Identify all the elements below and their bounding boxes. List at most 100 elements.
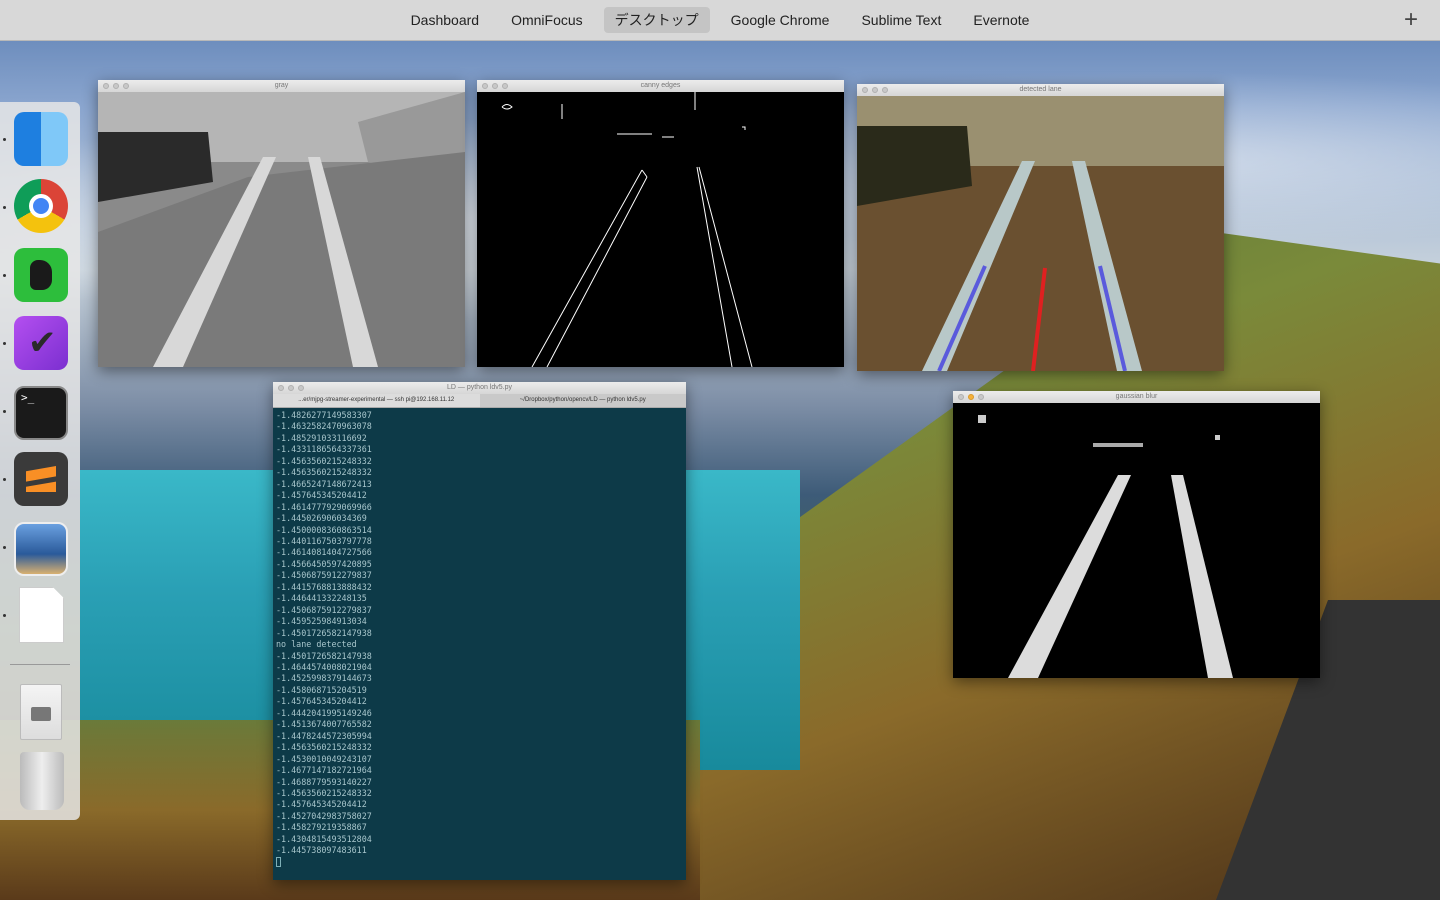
window-title: canny edges bbox=[640, 82, 681, 89]
gray-window[interactable]: gray bbox=[98, 80, 465, 367]
terminal-line: -1.4304815493512804 bbox=[276, 833, 372, 844]
gray-frame-image bbox=[98, 92, 465, 367]
terminal-line: -1.4563560215248332 bbox=[276, 455, 372, 466]
terminal-line: -1.4442041995149246 bbox=[276, 707, 372, 718]
terminal-line: -1.4527042983758027 bbox=[276, 810, 372, 821]
running-indicator bbox=[3, 274, 6, 277]
terminal-line: -1.4513674007765582 bbox=[276, 719, 372, 730]
space-tab-omnifocus[interactable]: OmniFocus bbox=[500, 9, 594, 31]
terminal-line: -1.445026906034369 bbox=[276, 513, 367, 524]
mission-control-bar: Dashboard OmniFocus デスクトップ Google Chrome… bbox=[0, 0, 1440, 41]
window-titlebar[interactable]: gaussian blur bbox=[953, 391, 1320, 403]
chrome-icon[interactable] bbox=[14, 179, 68, 233]
terminal-output[interactable]: -1.4826277149583307 -1.4632582470963078 -1… bbox=[273, 408, 686, 870]
terminal-line: -1.4530010049243107 bbox=[276, 753, 372, 764]
minimize-button[interactable] bbox=[968, 394, 974, 400]
terminal-tab-bar: ...er/mjpg-streamer-experimental — ssh p… bbox=[273, 394, 686, 408]
minimize-button[interactable] bbox=[288, 385, 294, 391]
running-indicator bbox=[3, 138, 6, 141]
gaussian-blur-window[interactable]: gaussian blur bbox=[953, 391, 1320, 678]
window-title: gray bbox=[274, 82, 289, 89]
terminal-line: no lane detected bbox=[276, 639, 357, 650]
omnifocus-icon[interactable]: ✔ bbox=[14, 316, 68, 370]
terminal-line: -1.4688779593140227 bbox=[276, 776, 372, 787]
dock-separator bbox=[10, 664, 70, 665]
minimize-button[interactable] bbox=[113, 83, 119, 89]
terminal-line: -1.4563560215248332 bbox=[276, 742, 372, 753]
terminal-line: -1.4501726582147938 bbox=[276, 627, 372, 638]
detected-lane-frame-image bbox=[857, 96, 1224, 371]
running-indicator bbox=[3, 478, 6, 481]
window-title: gaussian blur bbox=[1115, 393, 1158, 400]
terminal-line: -1.4566450597420895 bbox=[276, 558, 372, 569]
terminal-line: -1.4478244572305994 bbox=[276, 730, 372, 741]
dock: ✔ >_ bbox=[0, 102, 80, 820]
terminal-line: -1.457645345204412 bbox=[276, 696, 367, 707]
terminal-line: -1.459525984913034 bbox=[276, 616, 367, 627]
terminal-window[interactable]: LD — python ldv5.py ...er/mjpg-streamer-… bbox=[273, 382, 686, 880]
minimize-button[interactable] bbox=[492, 83, 498, 89]
close-button[interactable] bbox=[958, 394, 964, 400]
terminal-line: -1.4614777929069966 bbox=[276, 501, 372, 512]
finder-icon[interactable] bbox=[14, 112, 68, 166]
document-icon[interactable] bbox=[19, 587, 64, 643]
terminal-line: -1.4563560215248332 bbox=[276, 787, 372, 798]
terminal-line: -1.4563560215248332 bbox=[276, 467, 372, 478]
zoom-button[interactable] bbox=[123, 83, 129, 89]
running-indicator bbox=[3, 614, 6, 617]
terminal-line: -1.4677147182721964 bbox=[276, 765, 372, 776]
trash-icon[interactable] bbox=[20, 752, 64, 810]
add-space-icon[interactable]: + bbox=[1404, 6, 1418, 34]
close-button[interactable] bbox=[482, 83, 488, 89]
space-tab-dashboard[interactable]: Dashboard bbox=[400, 9, 491, 31]
preview-icon[interactable] bbox=[14, 522, 68, 576]
disk-utility-icon[interactable] bbox=[20, 684, 62, 740]
terminal-line: -1.4632582470963078 bbox=[276, 421, 372, 432]
running-indicator bbox=[3, 546, 6, 549]
terminal-cursor bbox=[276, 857, 281, 868]
window-titlebar[interactable]: LD — python ldv5.py bbox=[273, 382, 686, 394]
terminal-line: -1.445738097483611 bbox=[276, 845, 367, 856]
terminal-line: -1.4665247148672413 bbox=[276, 478, 372, 489]
window-titlebar[interactable]: gray bbox=[98, 80, 465, 92]
evernote-icon[interactable] bbox=[14, 248, 68, 302]
terminal-line: -1.458279219358867 bbox=[276, 822, 367, 833]
terminal-line: -1.458068715204519 bbox=[276, 684, 367, 695]
minimize-button[interactable] bbox=[872, 87, 878, 93]
terminal-line: -1.4506875912279837 bbox=[276, 604, 372, 615]
zoom-button[interactable] bbox=[502, 83, 508, 89]
terminal-line: -1.4644574008021904 bbox=[276, 661, 372, 672]
close-button[interactable] bbox=[103, 83, 109, 89]
terminal-line: -1.457645345204412 bbox=[276, 799, 367, 810]
canny-edges-window[interactable]: canny edges bbox=[477, 80, 844, 367]
terminal-tab-python[interactable]: ~/Dropbox/python/opencv/LD — python ldv5… bbox=[479, 394, 686, 407]
terminal-line: -1.4331186564337361 bbox=[276, 444, 372, 455]
zoom-button[interactable] bbox=[298, 385, 304, 391]
space-tab-google-chrome[interactable]: Google Chrome bbox=[720, 9, 841, 31]
terminal-line: -1.4826277149583307 bbox=[276, 410, 372, 420]
terminal-line: -1.4506875912279837 bbox=[276, 570, 372, 581]
zoom-button[interactable] bbox=[978, 394, 984, 400]
terminal-line: -1.4501726582147938 bbox=[276, 650, 372, 661]
terminal-line: -1.4500008360863514 bbox=[276, 524, 372, 535]
close-button[interactable] bbox=[862, 87, 868, 93]
detected-lane-window[interactable]: detected lane bbox=[857, 84, 1224, 371]
terminal-line: -1.4525998379144673 bbox=[276, 673, 372, 684]
space-tab-desktop[interactable]: デスクトップ bbox=[603, 7, 710, 33]
canny-frame-image bbox=[477, 92, 844, 367]
space-tab-evernote[interactable]: Evernote bbox=[962, 9, 1040, 31]
sublime-text-icon[interactable] bbox=[14, 452, 68, 506]
terminal-line: -1.446441332248135 bbox=[276, 593, 367, 604]
zoom-button[interactable] bbox=[882, 87, 888, 93]
terminal-line: -1.4401167503797778 bbox=[276, 535, 372, 546]
terminal-line: -1.4614081404727566 bbox=[276, 547, 372, 558]
terminal-tab-ssh[interactable]: ...er/mjpg-streamer-experimental — ssh p… bbox=[273, 394, 480, 407]
window-titlebar[interactable]: detected lane bbox=[857, 84, 1224, 96]
running-indicator bbox=[3, 206, 6, 209]
close-button[interactable] bbox=[278, 385, 284, 391]
terminal-icon[interactable]: >_ bbox=[14, 386, 68, 440]
terminal-line: -1.485291033116692 bbox=[276, 432, 367, 443]
space-tab-sublime-text[interactable]: Sublime Text bbox=[850, 9, 952, 31]
window-title: LD — python ldv5.py bbox=[447, 384, 512, 391]
window-titlebar[interactable]: canny edges bbox=[477, 80, 844, 92]
